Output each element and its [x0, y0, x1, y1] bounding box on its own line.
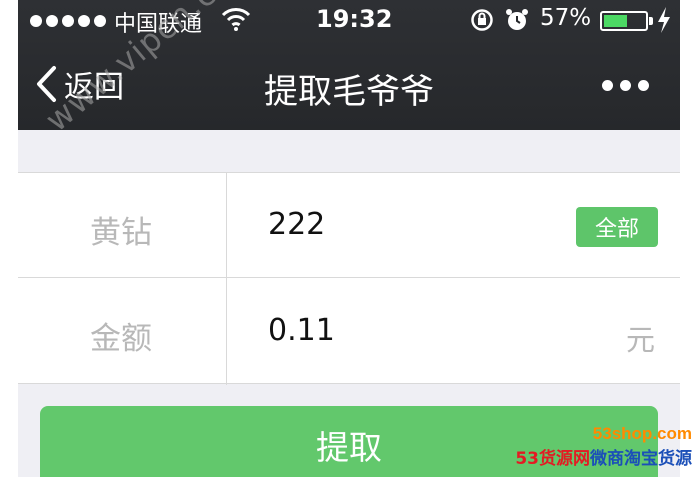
- more-options-button[interactable]: [602, 80, 649, 91]
- top-bar: 中国联通 19:32 57% 返回 提取毛爷爷: [18, 0, 680, 130]
- signal-strength-icon: [30, 15, 106, 27]
- form-row-amount: 金额 0.11 元: [18, 279, 680, 384]
- all-button[interactable]: 全部: [576, 207, 658, 247]
- page-title: 提取毛爷爷: [264, 72, 434, 112]
- carrier-name: 中国联通: [114, 12, 203, 37]
- diamonds-input[interactable]: 222: [268, 207, 325, 242]
- battery-icon: [600, 11, 648, 31]
- navigation-bar: 返回 提取毛爷爷: [18, 44, 680, 130]
- currency-unit: 元: [626, 323, 656, 357]
- wifi-icon: [221, 8, 251, 31]
- withdraw-form: 黄钻 222 全部 金额 0.11 元: [18, 172, 680, 385]
- battery-cap: [649, 17, 653, 25]
- form-row-diamonds: 黄钻 222 全部: [18, 173, 680, 278]
- alarm-icon: [506, 9, 528, 30]
- battery-percent: 57%: [540, 5, 592, 31]
- rotation-lock-icon: [471, 9, 493, 31]
- diamonds-label: 黄钻: [90, 215, 152, 251]
- withdraw-button[interactable]: 提取: [40, 406, 658, 477]
- status-time: 19:32: [316, 5, 393, 33]
- phone-screen: 中国联通 19:32 57% 返回 提取毛爷爷 黄钻 222 全部 金额 0.1…: [18, 0, 680, 477]
- charging-bolt-icon: [658, 7, 670, 33]
- status-bar: 中国联通 19:32 57%: [18, 0, 680, 44]
- more-dots-icon: [602, 80, 613, 91]
- battery-level-fill: [604, 15, 627, 27]
- amount-value: 0.11: [268, 313, 335, 348]
- amount-label: 金额: [90, 321, 152, 357]
